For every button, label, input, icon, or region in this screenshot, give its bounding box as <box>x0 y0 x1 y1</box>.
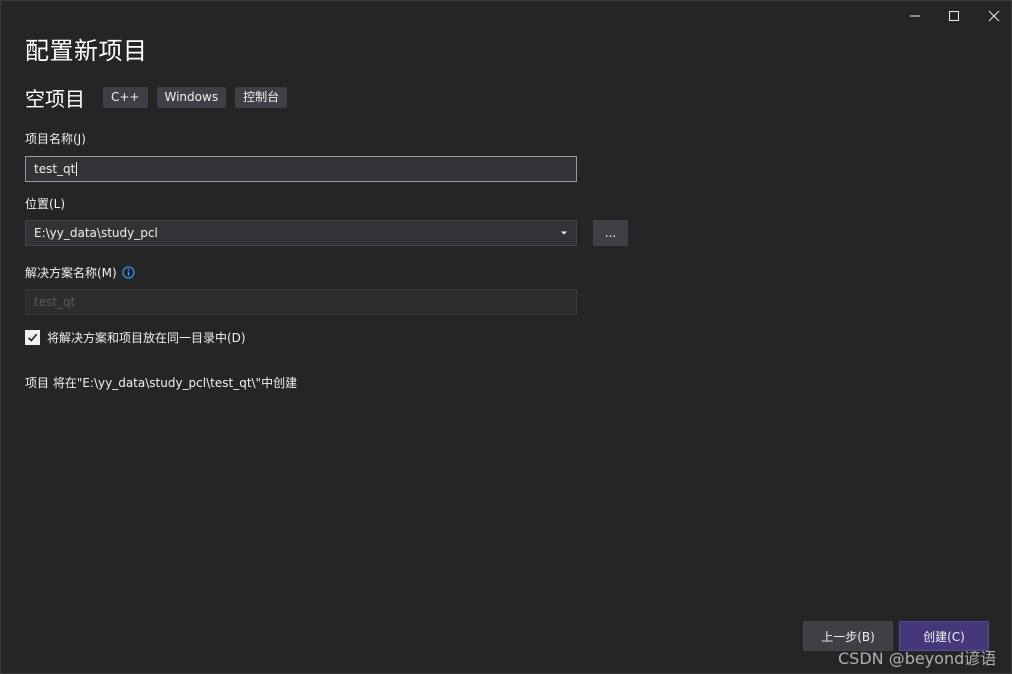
close-icon <box>988 10 1000 22</box>
location-label: 位置(L) <box>25 197 66 211</box>
tag-windows: Windows <box>156 86 227 108</box>
project-name-value: test_qt <box>34 162 76 176</box>
location-value: E:\yy_data\study_pcl <box>34 226 158 240</box>
maximize-button[interactable] <box>940 5 968 27</box>
configure-project-window: 配置新项目 空项目 C++ Windows 控制台 项目名称(J) test_q… <box>0 0 1012 674</box>
watermark-text: CSDN @beyond谚语 <box>838 649 997 668</box>
chevron-down-icon <box>561 231 567 235</box>
same-dir-checkbox[interactable] <box>25 329 40 345</box>
page-title: 配置新项目 <box>25 37 148 65</box>
close-button[interactable] <box>980 5 1008 27</box>
template-header: 空项目 C++ Windows 控制台 <box>25 83 296 111</box>
location-select[interactable]: E:\yy_data\study_pcl <box>25 220 577 246</box>
maximize-icon <box>949 11 959 21</box>
solution-name-label-row: 解决方案名称(M) <box>25 264 135 281</box>
project-path-summary: 项目 将在"E:\yy_data\study_pcl\test_qt\"中创建 <box>25 376 298 390</box>
solution-name-label: 解决方案名称(M) <box>25 266 117 280</box>
browse-button[interactable]: ... <box>593 220 628 246</box>
template-name: 空项目 <box>25 86 85 111</box>
same-dir-label: 将解决方案和项目放在同一目录中(D) <box>47 330 246 345</box>
checkmark-icon <box>27 333 38 342</box>
info-icon[interactable] <box>122 266 135 279</box>
project-name-input[interactable]: test_qt <box>25 156 577 182</box>
solution-name-value: test_qt <box>34 295 76 309</box>
text-caret <box>76 162 78 176</box>
tag-cpp: C++ <box>103 86 148 108</box>
project-name-label: 项目名称(J) <box>25 132 86 146</box>
tag-console: 控制台 <box>235 86 288 108</box>
minimize-icon <box>910 15 920 17</box>
minimize-button[interactable] <box>901 5 929 27</box>
solution-name-input: test_qt <box>25 289 577 315</box>
same-dir-option[interactable]: 将解决方案和项目放在同一目录中(D) <box>25 329 246 345</box>
